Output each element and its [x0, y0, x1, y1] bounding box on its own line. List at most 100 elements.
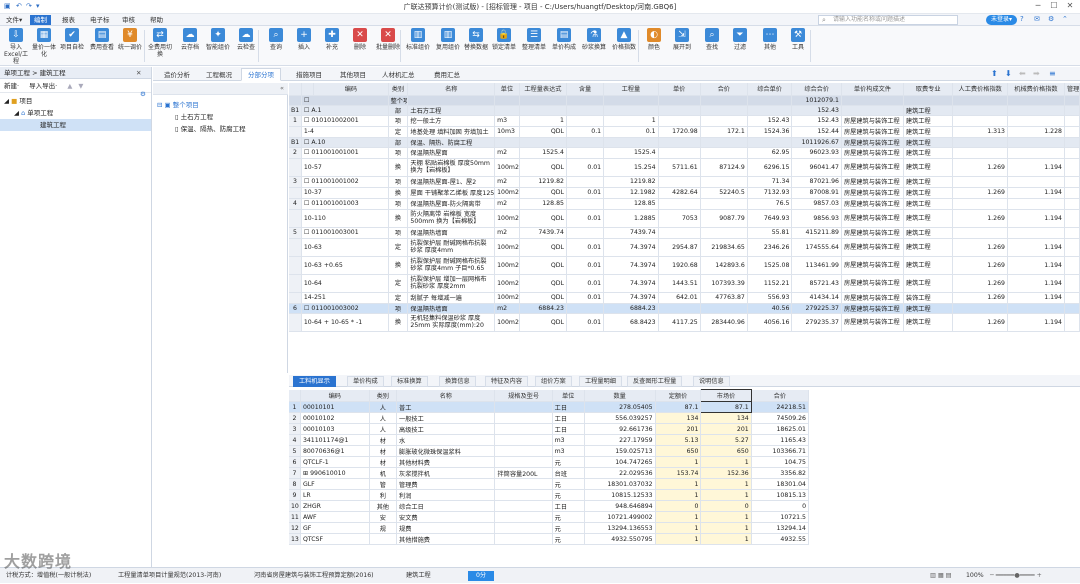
table-cell[interactable]	[1007, 137, 1065, 148]
table-cell[interactable]: 建筑工程	[903, 115, 954, 127]
detail-cell[interactable]	[494, 533, 553, 545]
detail-cell[interactable]: 1	[700, 489, 752, 501]
table-cell[interactable]: 4	[289, 198, 302, 210]
detail-cell[interactable]: ⊞ 990610010	[300, 467, 370, 479]
table-cell[interactable]: 4282.64	[658, 187, 701, 199]
ribbon-button-8[interactable]: ☁ 云检查	[232, 28, 260, 51]
table-cell[interactable]: 87008.91	[791, 187, 842, 199]
table-cell[interactable]: 71.34	[747, 176, 793, 188]
ribbon-button-7[interactable]: ✦ 智能组价	[204, 28, 232, 51]
table-cell[interactable]: m2	[494, 147, 520, 159]
detail-cell[interactable]: 管理费	[396, 478, 496, 490]
table-cell[interactable]: 屋面 干铺聚苯乙烯板 厚度125mm	[407, 187, 496, 199]
table-cell[interactable]: 1-4	[301, 126, 389, 138]
table-cell[interactable]	[1064, 115, 1080, 127]
table-cell[interactable]: 1.194	[1007, 238, 1065, 257]
table-cell[interactable]	[747, 137, 793, 148]
detail-row[interactable]: 3 00010103 人高级技工 工日 92.661736 201 201 18625.01	[289, 423, 809, 435]
table-cell[interactable]: 房屋建筑与装饰工程	[841, 115, 904, 127]
detail-cell[interactable]	[494, 456, 553, 468]
table-cell[interactable]: 抗裂保护层 耐碱网格布抗裂砂浆 厚度4mm	[407, 238, 496, 257]
table-cell[interactable]: 0.01	[566, 274, 605, 293]
detail-cell[interactable]: 元	[552, 456, 585, 468]
detail-cell[interactable]: 10815.13	[751, 489, 809, 501]
table-cell[interactable]: ☐ 010101002001	[301, 115, 389, 127]
table-cell[interactable]: ☐ 011001003002	[301, 303, 389, 314]
table-row[interactable]: 3 ☐ 011001001002 项保温隔热屋面-屋1、屋2 m2 1219.82 121…	[289, 176, 1080, 188]
table-cell[interactable]: 642.01	[658, 292, 701, 304]
table-cell[interactable]: 74.3974	[603, 238, 659, 257]
menu-edit[interactable]: 编制	[30, 15, 51, 25]
detail-cell[interactable]: 5.27	[700, 434, 752, 446]
table-cell[interactable]: 0.1	[566, 126, 605, 138]
detail-cell[interactable]: LR	[300, 489, 370, 501]
detail-tab-5[interactable]: 组价方案	[535, 376, 572, 387]
table-cell[interactable]: 房屋建筑与装饰工程	[841, 292, 904, 304]
detail-cell[interactable]: 工日	[552, 412, 585, 424]
close-button[interactable]: ✕	[1062, 1, 1078, 13]
detail-cell[interactable]: 机	[369, 467, 398, 479]
table-cell[interactable]: 7439.74	[603, 227, 659, 239]
detail-row[interactable]: 9 LR 利利润元 10815.12533 1 1 10815.13	[289, 489, 809, 501]
detail-cell[interactable]: 4	[289, 434, 301, 446]
table-cell[interactable]: 10-57	[301, 158, 389, 177]
detail-cell[interactable]	[494, 423, 553, 435]
table-cell[interactable]: 128.85	[603, 198, 659, 210]
table-cell[interactable]	[566, 176, 605, 188]
table-cell[interactable]	[289, 274, 302, 293]
new-button[interactable]: 新建·	[4, 82, 19, 90]
ribbon-button-10[interactable]: + 插入	[290, 28, 318, 51]
detail-cell[interactable]: 普工	[396, 401, 496, 413]
grid-header-cell[interactable]: 管理	[1064, 83, 1080, 96]
table-cell[interactable]	[658, 137, 701, 148]
table-cell[interactable]: 1.269	[952, 238, 1008, 257]
table-cell[interactable]: 保温、隔热、防腐工程	[407, 137, 496, 148]
detail-cell[interactable]: 87.1	[700, 401, 752, 413]
tree-item-building[interactable]: 建筑工程	[0, 119, 151, 131]
table-cell[interactable]: 10-110	[301, 209, 389, 228]
arrow-up-icon[interactable]: ⬆	[991, 69, 998, 78]
table-cell[interactable]: 房屋建筑与装饰工程	[841, 256, 904, 275]
table-cell[interactable]: 4117.25	[658, 313, 701, 332]
ribbon-button-19[interactable]: ▤ 单价构成	[550, 28, 578, 51]
detail-cell[interactable]: 152.36	[700, 467, 752, 479]
table-cell[interactable]: m2	[494, 176, 520, 188]
table-cell[interactable]: 96023.93	[791, 147, 842, 159]
table-cell[interactable]	[952, 227, 1008, 239]
table-cell[interactable]: 3	[289, 176, 302, 188]
table-cell[interactable]	[1064, 176, 1080, 188]
table-row[interactable]: 10-57 换天棚 粘贴岩棉板 厚度50mm 换为【岩棉板】 100m2 QDL 0.0…	[289, 158, 1080, 177]
table-cell[interactable]	[1064, 313, 1080, 332]
table-cell[interactable]	[700, 303, 748, 314]
detail-row[interactable]: 7 ⊞ 990610010 机灰浆搅拌机 拌筒容量200L 台班 22.029536 153…	[289, 467, 809, 479]
table-cell[interactable]: 项	[388, 198, 409, 210]
table-cell[interactable]: 建筑工程	[903, 274, 954, 293]
detail-cell[interactable]: GF	[300, 522, 370, 534]
table-cell[interactable]	[841, 95, 904, 106]
ribbon-button-21[interactable]: ▲ 价格指数	[610, 28, 638, 51]
table-cell[interactable]: 换	[388, 313, 409, 332]
table-cell[interactable]: 1	[603, 115, 659, 127]
grid-header-cell[interactable]: 单价	[658, 83, 701, 96]
grid-header-cell[interactable]: 合价	[700, 83, 748, 96]
detail-tab-3[interactable]: 换算信息	[439, 376, 476, 387]
table-cell[interactable]	[1064, 303, 1080, 314]
table-cell[interactable]: 1	[289, 115, 302, 127]
detail-cell[interactable]: 650	[700, 445, 752, 457]
detail-cell[interactable]: 341101174@1	[300, 434, 370, 446]
table-cell[interactable]: 1.194	[1007, 256, 1065, 275]
tab-labor-material[interactable]: 人材机汇总	[375, 68, 422, 81]
table-cell[interactable]	[1007, 95, 1065, 106]
table-cell[interactable]: 挖一般土方	[407, 115, 496, 127]
detail-cell[interactable]: 104.75	[751, 456, 809, 468]
table-cell[interactable]: ☐	[301, 95, 389, 106]
detail-cell[interactable]: QTCLF-1	[300, 456, 370, 468]
detail-cell[interactable]: 3356.82	[751, 467, 809, 479]
table-cell[interactable]	[1007, 147, 1065, 159]
detail-cell[interactable]	[494, 445, 553, 457]
table-cell[interactable]: 7649.93	[747, 209, 793, 228]
detail-row[interactable]: 5 80070636@1 材膨胀玻化微珠保温浆料 m3 159.025713 650 650…	[289, 445, 809, 457]
table-cell[interactable]: 房屋建筑与装饰工程	[841, 147, 904, 159]
detail-cell[interactable]: 650	[655, 445, 702, 457]
table-cell[interactable]: 部	[388, 105, 409, 116]
